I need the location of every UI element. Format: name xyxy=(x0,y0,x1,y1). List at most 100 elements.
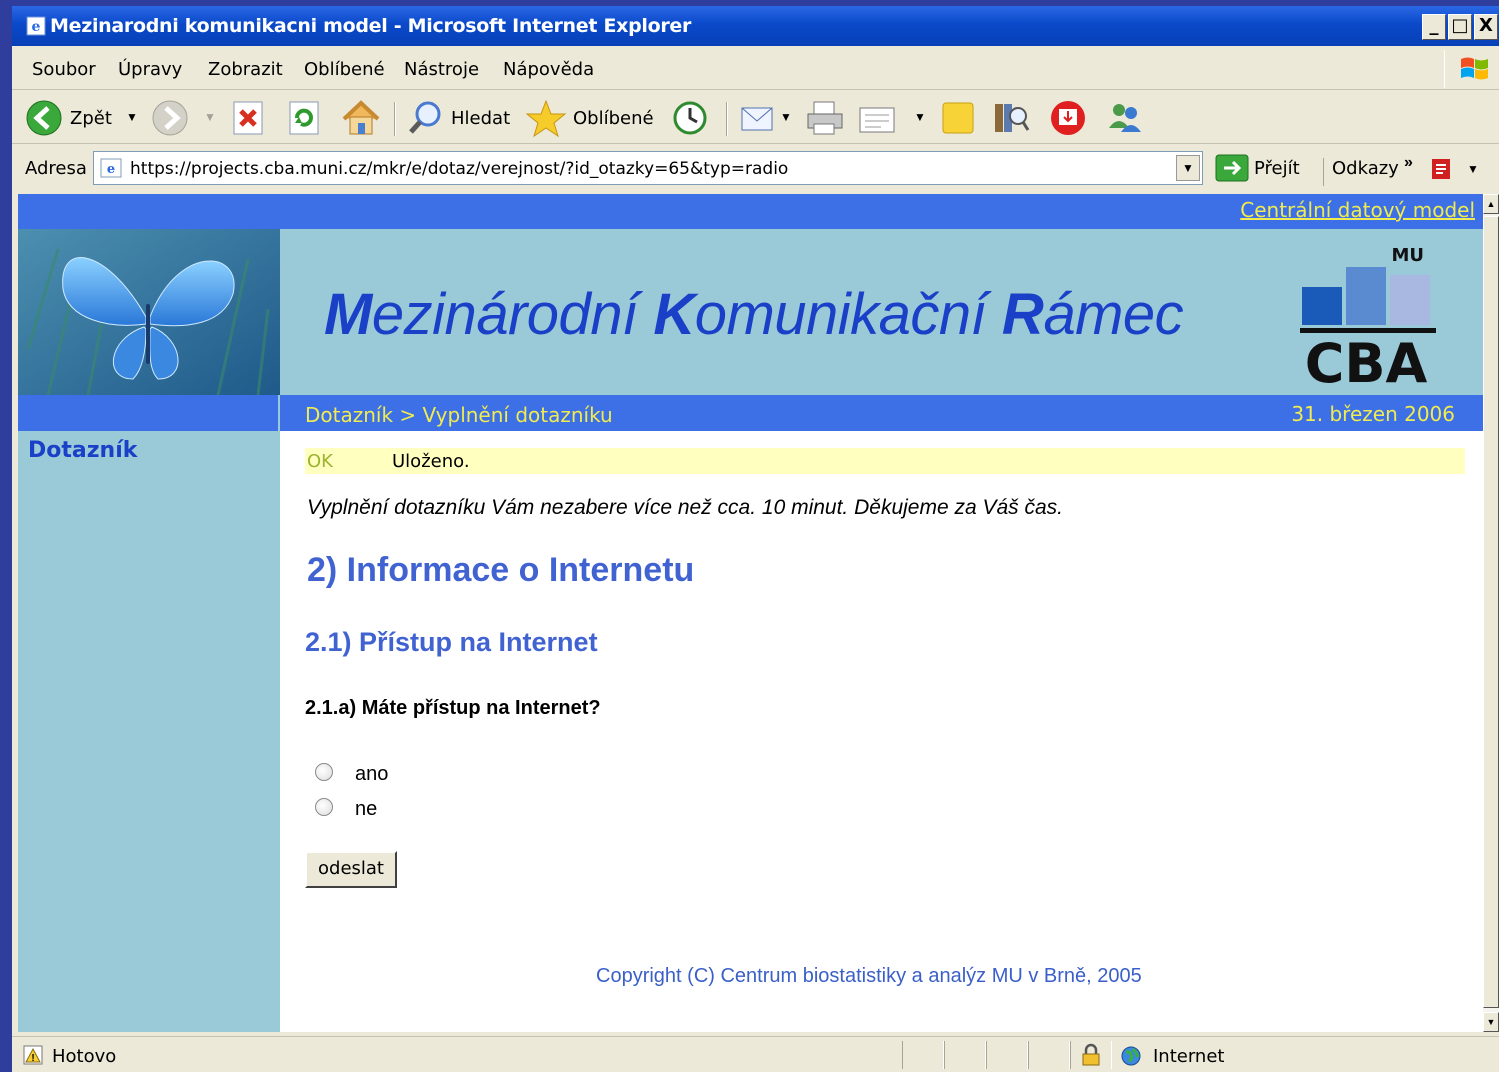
edit-icon[interactable] xyxy=(856,98,900,138)
question-text: 2.1.a) Máte přístup na Internet? xyxy=(305,697,601,719)
cba-logo-mu-text: MU xyxy=(1391,245,1424,266)
search-icon[interactable] xyxy=(406,98,446,138)
go-button-label[interactable]: Přejít xyxy=(1254,158,1300,179)
warning-page-icon: ! xyxy=(23,1045,43,1065)
status-message: OK Uloženo. xyxy=(305,448,1465,474)
menu-edit[interactable]: Úpravy xyxy=(118,59,182,80)
breadcrumb[interactable]: Dotazník > Vyplnění dotazníku xyxy=(305,403,613,427)
banner-title-initial-m: M xyxy=(324,282,372,347)
cba-logo-text: CBA xyxy=(1305,332,1428,387)
back-dropdown-arrow-icon[interactable]: ▼ xyxy=(126,110,138,124)
print-icon[interactable] xyxy=(804,98,846,138)
page-viewport: Centrální datový model Mezinárodní Komun… xyxy=(18,194,1483,1032)
browser-window: e Mezinarodni komunikacni model - Micros… xyxy=(12,6,1499,1072)
main-content: OK Uloženo. Vyplnění dotazníku Vám nezab… xyxy=(280,431,1483,1032)
address-input[interactable]: e https://projects.cba.muni.cz/mkr/e/dot… xyxy=(93,151,1203,185)
section-title: 2) Informace o Internetu xyxy=(307,551,695,589)
forward-arrow-icon[interactable] xyxy=(150,98,190,138)
favorites-button-label[interactable]: Oblíbené xyxy=(573,108,654,129)
links-label[interactable]: Odkazy xyxy=(1323,158,1399,186)
history-icon[interactable] xyxy=(668,98,712,138)
pdf-dropdown-arrow-icon[interactable]: ▼ xyxy=(1467,162,1479,176)
messenger-red-icon[interactable] xyxy=(1046,98,1090,138)
search-button-label[interactable]: Hledat xyxy=(451,108,510,129)
banner: Mezinárodní Komunikační Rámec MU CBA xyxy=(18,229,1483,395)
banner-title-word-2: omunikační xyxy=(694,282,1002,347)
status-panel xyxy=(1028,1041,1070,1069)
cba-logo: MU CBA xyxy=(1300,245,1436,387)
slide-left-strip xyxy=(0,0,12,1072)
links-chevron-icon[interactable]: » xyxy=(1404,154,1413,172)
radio-no[interactable] xyxy=(315,798,333,816)
go-arrow-icon[interactable] xyxy=(1215,154,1249,182)
research-icon[interactable] xyxy=(990,98,1032,138)
date-label: 31. březen 2006 xyxy=(1291,402,1455,426)
status-code: OK xyxy=(307,451,333,472)
central-data-model-link[interactable]: Centrální datový model xyxy=(1240,198,1475,222)
copyright-text: Copyright (C) Centrum biostatistiky a an… xyxy=(596,965,1142,987)
menu-help[interactable]: Nápověda xyxy=(503,59,594,80)
favorites-star-icon[interactable] xyxy=(524,98,568,138)
pdf-icon[interactable] xyxy=(1430,156,1458,182)
radio-yes[interactable] xyxy=(315,763,333,781)
sidebar: Dotazník xyxy=(18,431,280,1032)
svg-text:e: e xyxy=(107,162,115,177)
option-label-yes[interactable]: ano xyxy=(355,763,388,786)
notes-icon[interactable] xyxy=(938,98,978,138)
back-button-label[interactable]: Zpět xyxy=(70,108,112,129)
menu-bar: Soubor Úpravy Zobrazit Oblíbené Nástroje… xyxy=(12,46,1499,90)
address-url[interactable]: https://projects.cba.muni.cz/mkr/e/dotaz… xyxy=(130,159,788,179)
menu-favorites[interactable]: Oblíbené xyxy=(304,59,385,80)
banner-title: Mezinárodní Komunikační Rámec xyxy=(324,281,1184,348)
back-arrow-icon[interactable] xyxy=(24,98,64,138)
home-icon[interactable] xyxy=(340,98,382,138)
page-icon: e xyxy=(100,158,122,178)
status-panel xyxy=(986,1041,1028,1069)
sidebar-item-questionnaire[interactable]: Dotazník xyxy=(28,438,137,463)
option-label-no[interactable]: ne xyxy=(355,798,377,821)
mail-dropdown-arrow-icon[interactable]: ▼ xyxy=(780,110,792,124)
lock-icon xyxy=(1082,1043,1100,1066)
toolbar: Zpět ▼ ▼ Hledat Oblíbené ▼ ▼ xyxy=(12,92,1499,144)
ie-icon: e xyxy=(26,16,46,36)
messenger-contacts-icon[interactable] xyxy=(1102,98,1146,138)
edit-dropdown-arrow-icon[interactable]: ▼ xyxy=(914,110,926,124)
title-bar[interactable]: e Mezinarodni komunikacni model - Micros… xyxy=(12,6,1499,46)
menu-file[interactable]: Soubor xyxy=(32,59,96,80)
banner-title-initial-r: R xyxy=(1001,282,1044,347)
submit-button[interactable]: odeslat xyxy=(305,851,397,888)
toolbar-separator xyxy=(394,102,396,136)
windows-logo-icon xyxy=(1444,50,1499,88)
intro-text: Vyplnění dotazníku Vám nezabere více než… xyxy=(307,496,1064,519)
vertical-scrollbar[interactable]: ▲ ▼ xyxy=(1483,194,1499,1032)
scroll-thumb[interactable] xyxy=(1483,216,1499,1008)
forward-dropdown-arrow-icon[interactable]: ▼ xyxy=(204,110,216,124)
toolbar-separator xyxy=(726,102,728,136)
status-panel xyxy=(902,1041,944,1069)
status-panel xyxy=(944,1041,986,1069)
address-bar: Adresa e https://projects.cba.muni.cz/mk… xyxy=(12,146,1499,190)
svg-text:!: ! xyxy=(31,1053,34,1064)
banner-title-word-3: ámec xyxy=(1043,282,1184,347)
refresh-icon[interactable] xyxy=(286,98,322,138)
butterfly-image xyxy=(18,229,280,395)
nav-strip-left xyxy=(18,395,280,431)
menu-tools[interactable]: Nástroje xyxy=(404,59,479,80)
scroll-up-icon[interactable]: ▲ xyxy=(1483,194,1499,214)
address-label: Adresa xyxy=(25,158,87,179)
window-title: Mezinarodni komunikacni model - Microsof… xyxy=(50,15,692,37)
maximize-button[interactable]: □ xyxy=(1448,14,1472,40)
status-text: Uloženo. xyxy=(392,451,470,472)
minimize-button[interactable]: _ xyxy=(1422,14,1446,40)
stop-icon[interactable] xyxy=(230,98,266,138)
mail-icon[interactable] xyxy=(738,98,778,138)
nav-strip: Dotazník > Vyplnění dotazníku 31. březen… xyxy=(18,395,1483,431)
close-button[interactable]: X xyxy=(1474,14,1498,40)
status-text: Hotovo xyxy=(52,1046,117,1067)
subsection-title: 2.1) Přístup na Internet xyxy=(305,627,598,657)
scroll-down-icon[interactable]: ▼ xyxy=(1483,1012,1499,1032)
menu-view[interactable]: Zobrazit xyxy=(208,59,283,80)
banner-title-word-1: ezinárodní xyxy=(371,282,654,347)
address-dropdown-icon[interactable]: ▼ xyxy=(1176,155,1200,181)
banner-title-initial-k: K xyxy=(653,282,695,347)
